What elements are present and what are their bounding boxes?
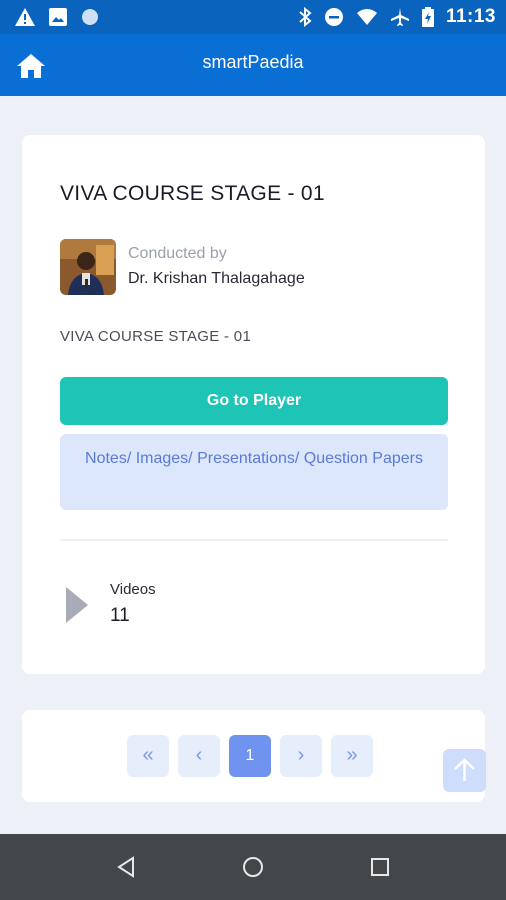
course-card: VIVA COURSE STAGE - 01 Conducted by Dr. … bbox=[22, 135, 485, 674]
home-circle-icon[interactable] bbox=[242, 856, 264, 878]
course-title: VIVA COURSE STAGE - 01 bbox=[60, 182, 325, 205]
course-subtitle: VIVA COURSE STAGE - 01 bbox=[60, 328, 252, 345]
arrow-up-icon bbox=[454, 758, 475, 781]
app-bar: smartPaedia bbox=[0, 34, 506, 96]
recents-icon[interactable] bbox=[370, 857, 390, 877]
system-nav-bar bbox=[0, 834, 506, 900]
go-to-player-button[interactable]: Go to Player bbox=[60, 377, 448, 425]
dnd-icon bbox=[324, 8, 343, 26]
conducted-by-label: Conducted by bbox=[128, 245, 227, 262]
app-title: smartPaedia bbox=[202, 52, 304, 72]
last-page-button[interactable]: » bbox=[331, 735, 373, 777]
prev-page-button[interactable]: ‹ bbox=[178, 735, 220, 777]
avatar bbox=[60, 239, 116, 295]
scroll-to-top-button[interactable] bbox=[443, 749, 486, 792]
divider bbox=[60, 539, 448, 541]
play-icon[interactable] bbox=[66, 587, 88, 623]
circle-icon bbox=[82, 9, 98, 25]
battery-icon bbox=[421, 7, 434, 27]
next-page-button[interactable]: › bbox=[280, 735, 322, 777]
instructor-name: Dr. Krishan Thalagahage bbox=[128, 270, 305, 287]
airplane-icon bbox=[390, 8, 409, 26]
wifi-icon bbox=[356, 9, 377, 25]
image-icon bbox=[49, 8, 67, 26]
page-1-button[interactable]: 1 bbox=[229, 735, 271, 777]
videos-label: Videos bbox=[110, 581, 156, 598]
alert-icon bbox=[15, 8, 35, 26]
status-time: 11:13 bbox=[445, 6, 496, 27]
notes-resources-button[interactable]: Notes/ Images/ Presentations/ Question P… bbox=[60, 434, 448, 510]
back-icon[interactable] bbox=[115, 856, 137, 878]
bluetooth-icon bbox=[299, 7, 312, 27]
videos-count: 11 bbox=[110, 605, 130, 626]
status-bar: 11:13 bbox=[0, 0, 506, 34]
pagination: « ‹ 1 › » bbox=[22, 710, 485, 802]
first-page-button[interactable]: « bbox=[127, 735, 169, 777]
